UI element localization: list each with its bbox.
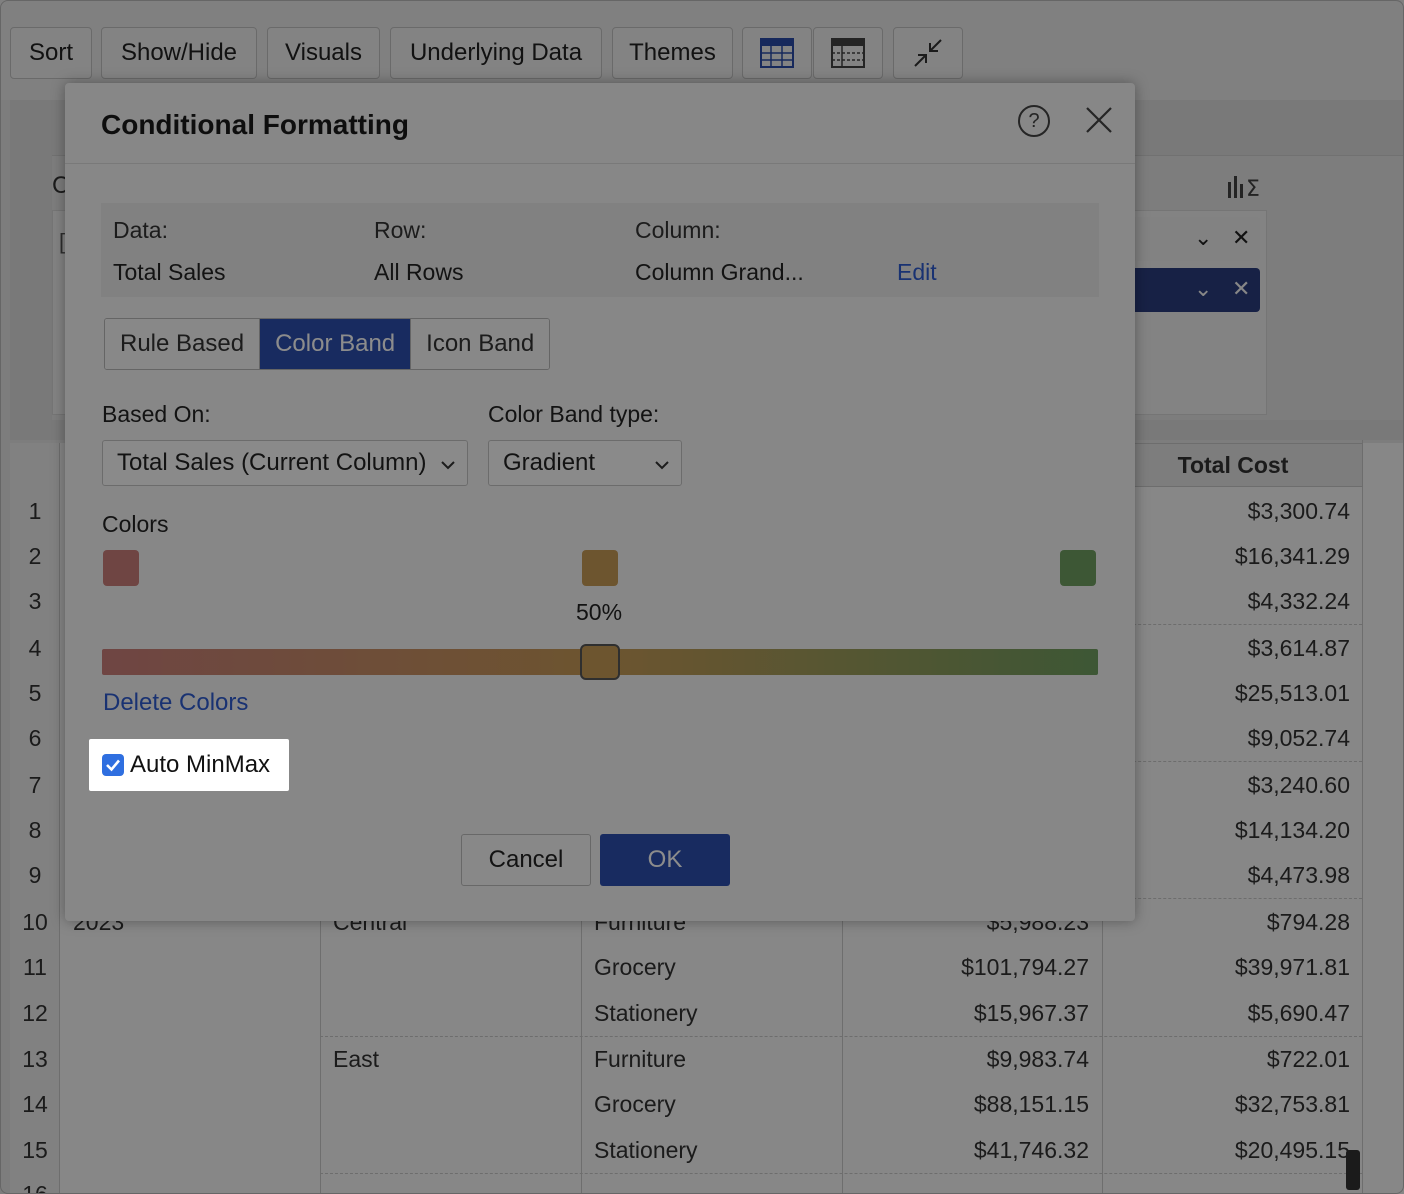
row-label: Row: [374, 217, 427, 243]
delete-colors-link[interactable]: Delete Colors [103, 689, 248, 717]
colors-label: Colors [102, 511, 169, 537]
band-type-select[interactable]: Gradient [488, 440, 682, 486]
tab-color-band[interactable]: Color Band [260, 319, 412, 369]
color-swatch-mid[interactable] [582, 550, 618, 586]
auto-minmax-checkbox[interactable] [102, 754, 124, 776]
row-value: All Rows [374, 259, 464, 285]
close-icon[interactable] [1084, 105, 1114, 140]
column-value: Column Grand... [635, 259, 804, 285]
tab-rule-based[interactable]: Rule Based [105, 319, 261, 369]
ok-button[interactable]: OK [600, 834, 730, 886]
column-label: Column: [635, 217, 721, 243]
midpoint-percent-text: 50% [576, 599, 623, 625]
help-icon[interactable]: ? [1018, 105, 1050, 137]
format-type-tabs: Rule Based Color Band Icon Band [104, 318, 551, 370]
dialog-title: Conditional Formatting [101, 109, 409, 140]
data-value: Total Sales [113, 259, 226, 285]
band-type-label: Color Band type: [488, 401, 660, 427]
dialog-divider [65, 163, 1135, 164]
based-on-label: Based On: [102, 401, 211, 427]
tab-icon-band[interactable]: Icon Band [411, 319, 550, 369]
based-on-value: Total Sales (Current Column) [117, 449, 427, 476]
color-swatch-min[interactable] [103, 550, 139, 586]
chevron-down-icon [439, 453, 457, 481]
auto-minmax-option[interactable]: Auto MinMax [89, 739, 289, 791]
gradient-slider-handle[interactable] [580, 644, 620, 680]
based-on-select[interactable]: Total Sales (Current Column) [102, 440, 468, 486]
cancel-button[interactable]: Cancel [461, 834, 591, 886]
conditional-formatting-dialog: Conditional Formatting ? Data: Total Sal… [65, 83, 1135, 921]
selection-info: Data: Total Sales Row: All Rows Column: … [101, 203, 1099, 297]
data-label: Data: [113, 217, 168, 243]
edit-link[interactable]: Edit [897, 259, 937, 286]
color-swatch-max[interactable] [1060, 550, 1096, 586]
chevron-down-icon [653, 453, 671, 481]
auto-minmax-label: Auto MinMax [130, 751, 271, 778]
band-type-value: Gradient [503, 449, 596, 476]
